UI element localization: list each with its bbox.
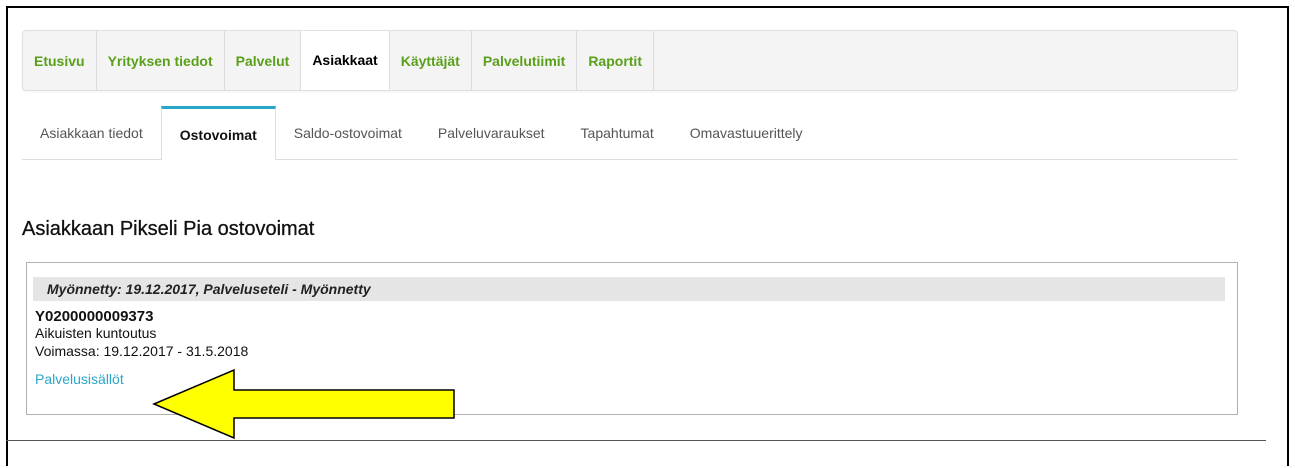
nav-item-palvelut[interactable]: Palvelut	[225, 31, 302, 90]
tab-asiakkaan-tiedot[interactable]: Asiakkaan tiedot	[22, 106, 161, 159]
nav-item-palvelutiimit[interactable]: Palvelutiimit	[472, 31, 578, 90]
voucher-service: Aikuisten kuntoutus	[35, 325, 157, 341]
nav-item-kayttajat[interactable]: Käyttäjät	[390, 31, 472, 90]
sub-tabs: Asiakkaan tiedot Ostovoimat Saldo-ostovo…	[22, 106, 1238, 160]
arrow-left-icon	[152, 368, 455, 440]
tab-saldo-ostovoimat[interactable]: Saldo-ostovoimat	[276, 106, 420, 159]
main-nav: Etusivu Yrityksen tiedot Palvelut Asiakk…	[22, 30, 1238, 91]
nav-item-asiakkaat[interactable]: Asiakkaat	[301, 31, 390, 90]
service-contents-link[interactable]: Palvelusisällöt	[35, 371, 124, 387]
tab-omavastuuerittely[interactable]: Omavastuuerittely	[672, 106, 821, 159]
page-title: Asiakkaan Pikseli Pia ostovoimat	[22, 218, 315, 240]
tab-tapahtumat[interactable]: Tapahtumat	[563, 106, 672, 159]
arrow-shape	[152, 368, 455, 440]
nav-item-yrityksen-tiedot[interactable]: Yrityksen tiedot	[97, 31, 225, 90]
tab-palveluvaraukset[interactable]: Palveluvaraukset	[420, 106, 563, 159]
voucher-validity: Voimassa: 19.12.2017 - 31.5.2018	[35, 343, 249, 359]
voucher-number: Y0200000009373	[35, 308, 154, 325]
divider	[6, 440, 1266, 441]
nav-item-raportit[interactable]: Raportit	[577, 31, 654, 90]
tab-ostovoimat[interactable]: Ostovoimat	[160, 106, 276, 160]
nav-item-etusivu[interactable]: Etusivu	[23, 31, 97, 90]
voucher-header: Myönnetty: 19.12.2017, Palveluseteli - M…	[33, 277, 1225, 301]
